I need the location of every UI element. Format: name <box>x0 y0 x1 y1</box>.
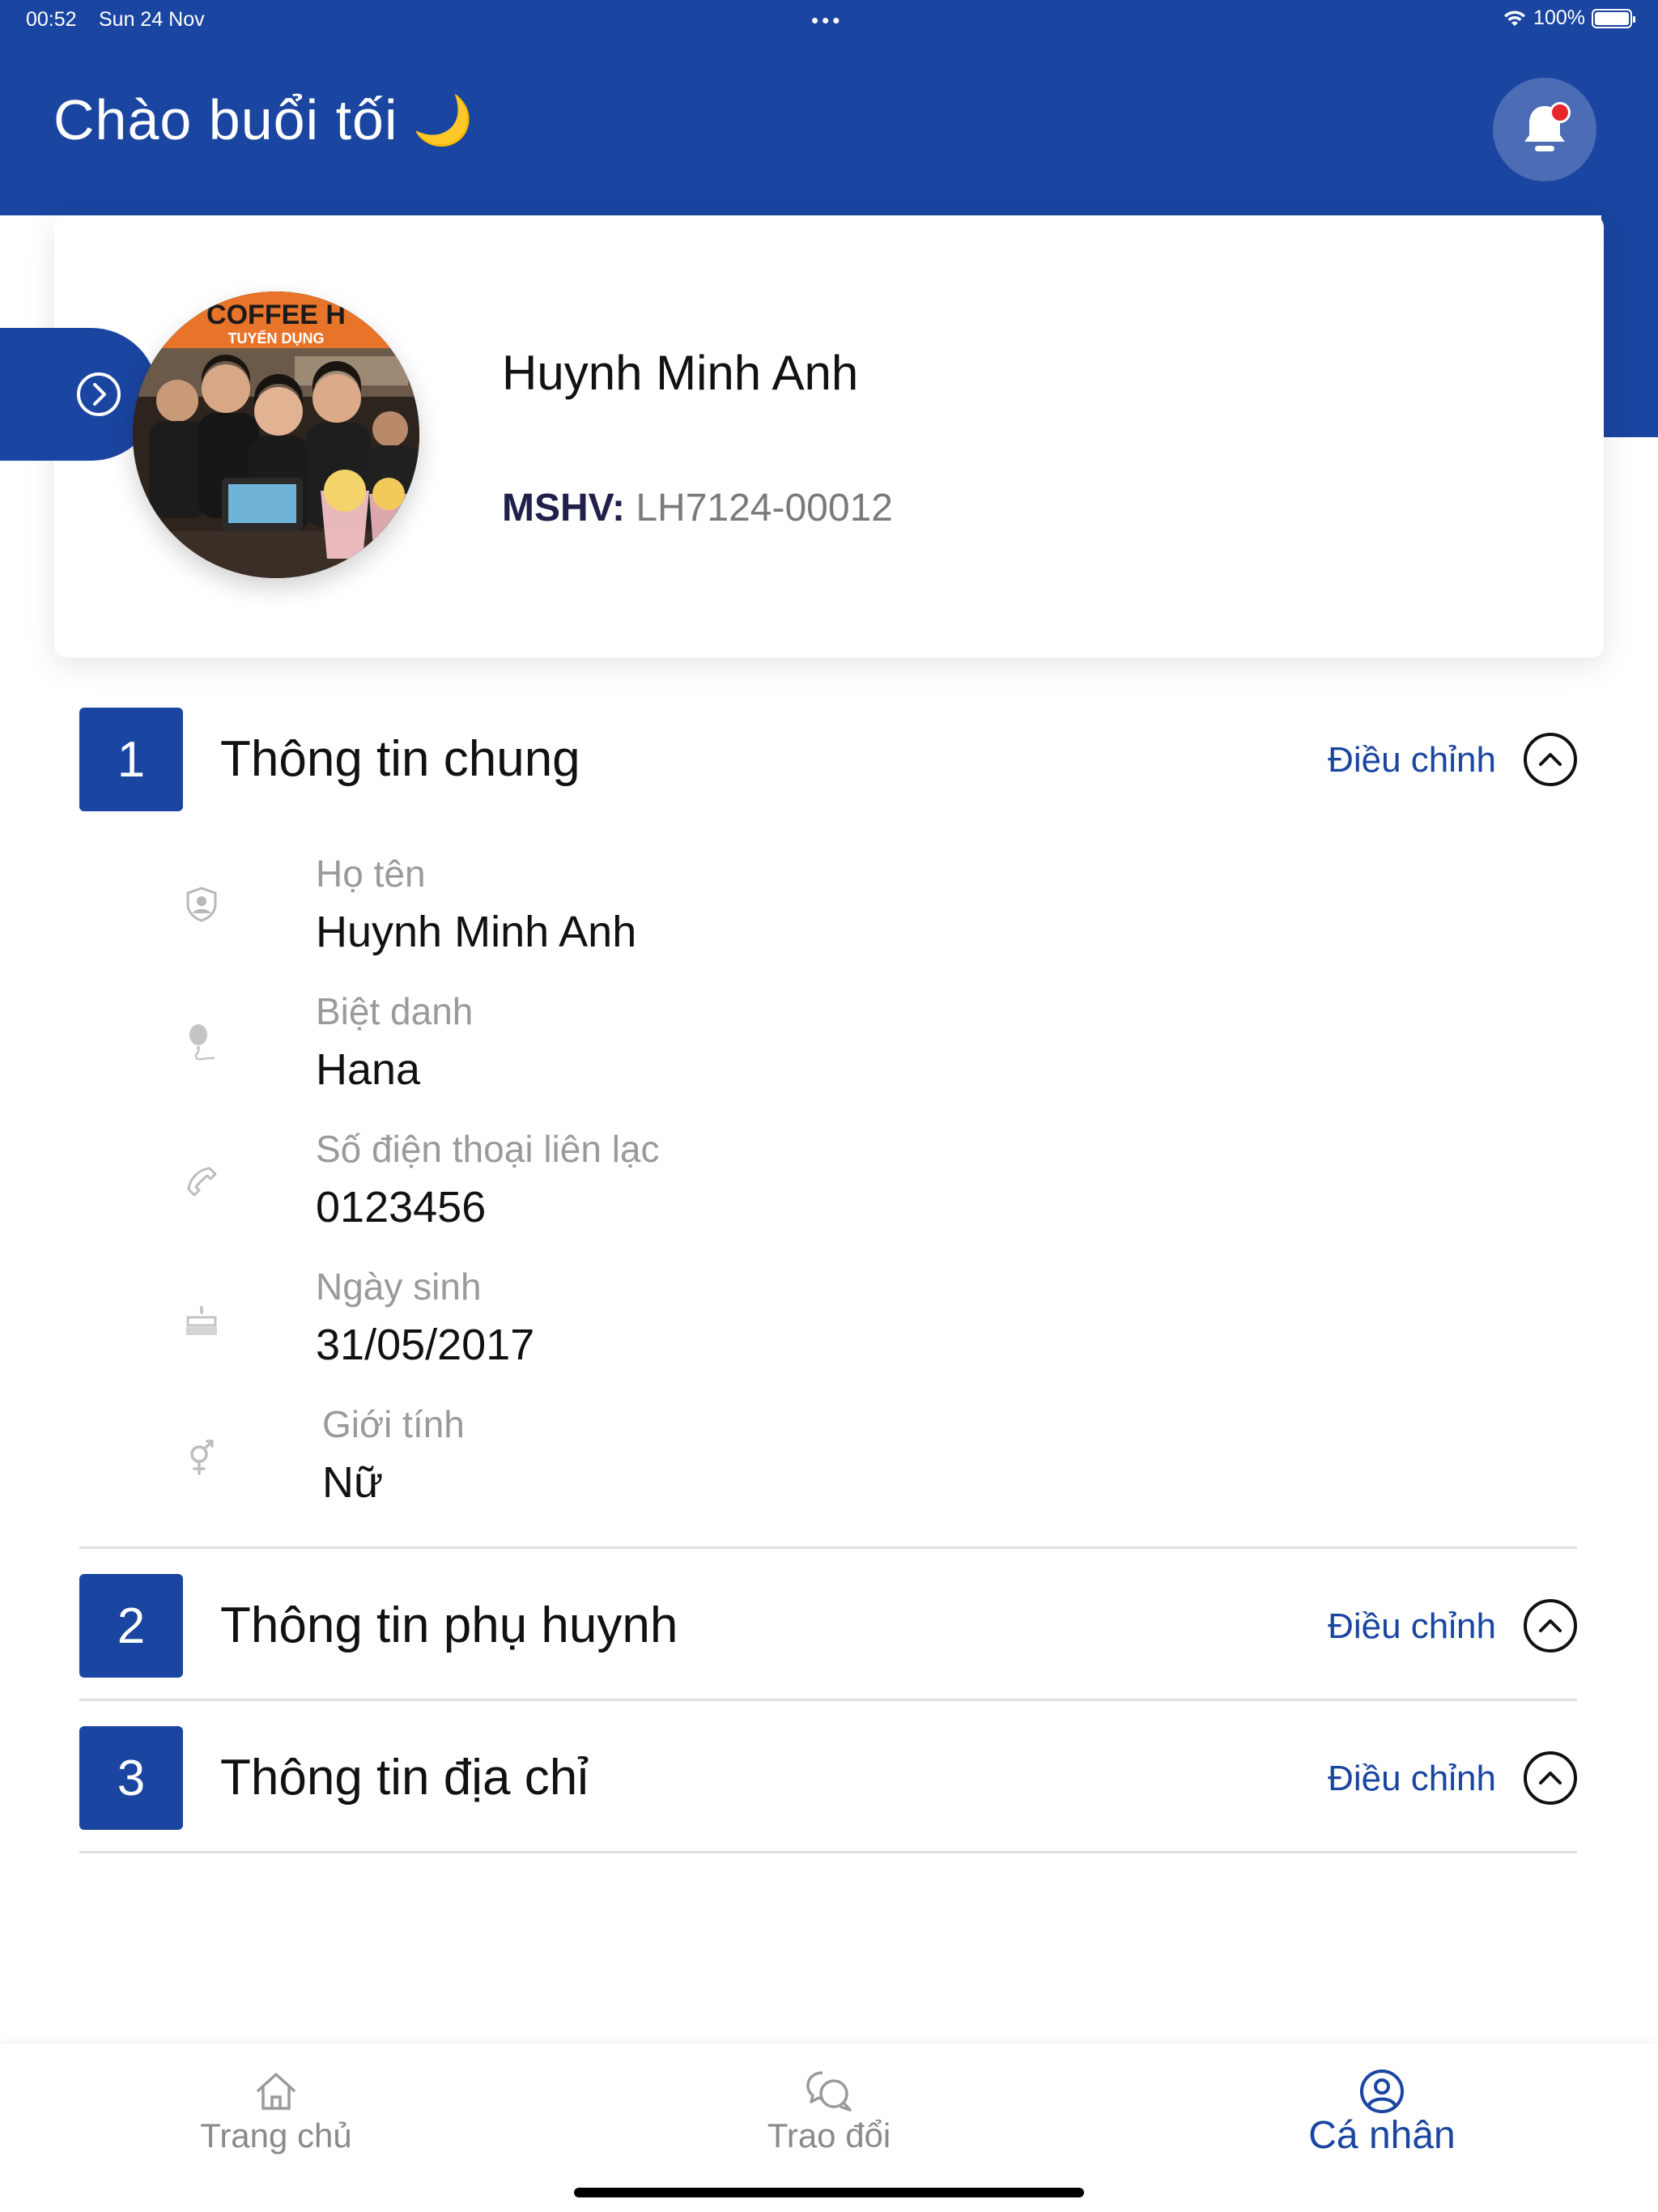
field-label-nickname: Biệt danh <box>316 990 474 1032</box>
wifi-icon <box>1504 10 1526 26</box>
collapse-button[interactable] <box>1524 733 1577 786</box>
section-title: Thông tin phụ huynh <box>220 1597 678 1653</box>
field-label-phone: Số điện thoại liên lạc <box>316 1128 660 1170</box>
field-value-fullname: Huynh Minh Anh <box>316 908 637 956</box>
avatar-sign-line1: COFFEE H <box>206 300 346 330</box>
section-number: 2 <box>79 1574 183 1678</box>
profile-card: COFFEE H TUYỂN DỤNG Huynh Minh Anh MSHV:… <box>0 215 1604 657</box>
divider <box>79 1699 1577 1701</box>
student-id: MSHV: LH7124-00012 <box>502 486 893 530</box>
status-date: Sun 24 Nov <box>99 8 205 31</box>
edit-parent-info-link[interactable]: Điều chỉnh <box>1328 1606 1496 1647</box>
multitasking-dots[interactable]: ••• <box>811 8 843 33</box>
moon-icon: 🌙 <box>412 92 474 147</box>
section-parent-info-header[interactable]: 2 Thông tin phụ huynh Điều chỉnh <box>79 1574 1577 1678</box>
section-address-info-header[interactable]: 3 Thông tin địa chỉ Điều chỉnh <box>79 1726 1577 1830</box>
phone-icon <box>183 1163 220 1200</box>
nav-label-chat: Trao đổi <box>767 2116 891 2155</box>
nav-label-profile: Cá nhân <box>1308 2114 1456 2157</box>
greeting: Chào buổi tối 🌙 <box>53 87 474 152</box>
status-bar: 00:52 Sun 24 Nov ••• 100% <box>0 0 1658 39</box>
section-number: 3 <box>79 1726 183 1830</box>
home-icon <box>251 2066 301 2116</box>
expand-button[interactable] <box>1524 1751 1577 1805</box>
edit-address-info-link[interactable]: Điều chỉnh <box>1328 1759 1496 1799</box>
avatar-photo: COFFEE H TUYỂN DỤNG <box>133 291 419 578</box>
nav-tab-chat[interactable]: Trao đổi <box>553 2044 1105 2212</box>
section-title: Thông tin địa chỉ <box>220 1750 589 1806</box>
divider <box>79 1546 1577 1549</box>
header-extension <box>1601 215 1658 437</box>
field-value-nickname: Hana <box>316 1045 421 1094</box>
student-id-label: MSHV: <box>502 487 626 530</box>
battery-icon <box>1592 8 1635 28</box>
battery-percent: 100% <box>1533 6 1585 29</box>
notification-badge <box>1550 102 1571 123</box>
user-shield-icon <box>183 886 220 923</box>
chevron-up-icon <box>1539 753 1562 766</box>
notification-button[interactable] <box>1493 78 1596 181</box>
profile-icon <box>1357 2066 1407 2116</box>
field-value-phone: 0123456 <box>316 1183 487 1231</box>
section-number: 1 <box>79 708 183 811</box>
nav-tab-home[interactable]: Trang chủ <box>0 2044 552 2212</box>
status-right: 100% <box>1503 6 1635 30</box>
section-general-info-header[interactable]: 1 Thông tin chung Điều chỉnh <box>79 708 1577 811</box>
greeting-text: Chào buổi tối <box>53 88 398 151</box>
home-indicator[interactable] <box>574 2188 1084 2197</box>
nav-label-home: Trang chủ <box>200 2116 352 2155</box>
chat-icon <box>804 2066 854 2116</box>
field-label-fullname: Họ tên <box>316 853 426 895</box>
profile-name: Huynh Minh Anh <box>502 346 859 400</box>
field-label-gender: Giới tính <box>322 1403 465 1445</box>
divider <box>79 1851 1577 1853</box>
field-value-gender: Nữ <box>322 1458 384 1507</box>
expand-button[interactable] <box>1524 1599 1577 1653</box>
gender-icon <box>183 1440 220 1477</box>
bottom-navigation: Trang chủ Trao đổi Cá nhân <box>0 2044 1658 2212</box>
edit-general-info-link[interactable]: Điều chỉnh <box>1328 740 1496 781</box>
chevron-up-icon <box>1539 1772 1562 1784</box>
battery-fill <box>1595 11 1629 25</box>
avatar[interactable]: COFFEE H TUYỂN DỤNG <box>133 291 419 578</box>
student-id-value: LH7124-00012 <box>636 487 893 530</box>
chevron-right-circle-icon <box>77 372 121 416</box>
field-value-birthday: 31/05/2017 <box>316 1321 535 1369</box>
avatar-sign-line2: TUYỂN DỤNG <box>227 330 324 347</box>
status-time: 00:52 <box>26 8 77 31</box>
field-label-birthday: Ngày sinh <box>316 1266 482 1308</box>
chevron-up-icon <box>1539 1619 1562 1632</box>
cake-icon <box>183 1302 220 1339</box>
section-title: Thông tin chung <box>220 731 580 787</box>
app-header: 00:52 Sun 24 Nov ••• 100% Chào buổi tối … <box>0 0 1658 215</box>
nav-tab-profile[interactable]: Cá nhân <box>1106 2044 1658 2212</box>
balloon-icon <box>183 1023 220 1061</box>
